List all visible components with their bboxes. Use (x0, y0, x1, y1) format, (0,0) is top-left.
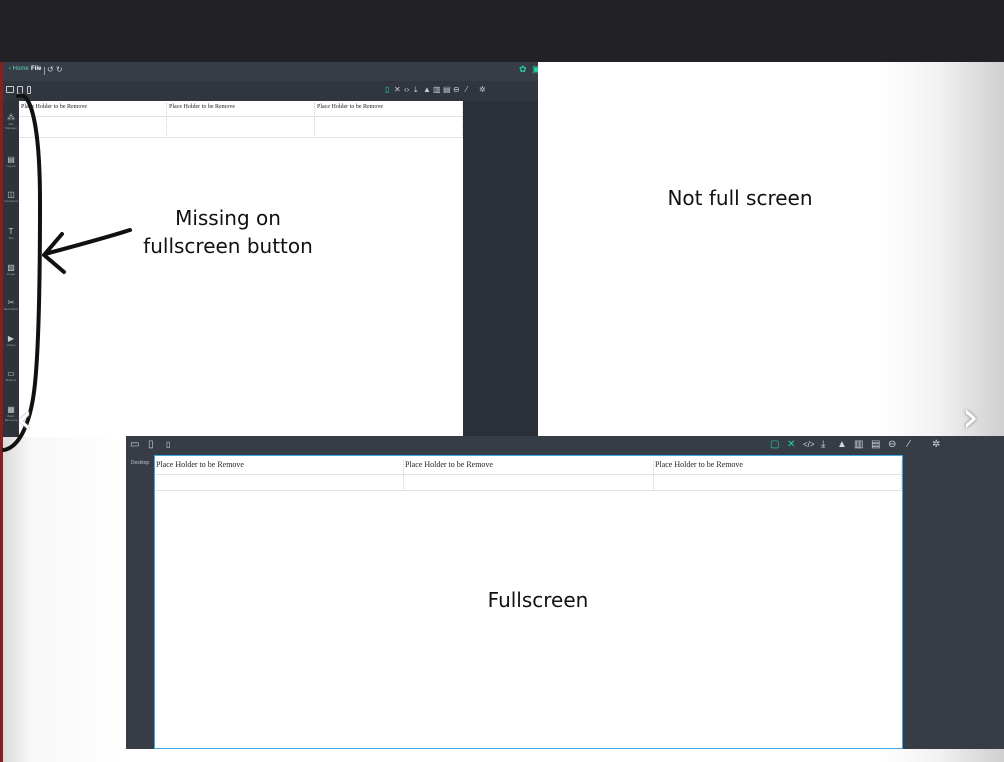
fullscreen-icon[interactable]: ✕ (787, 439, 795, 451)
empty-cell[interactable] (155, 475, 404, 491)
empty-cell[interactable] (654, 475, 902, 491)
placeholder-cell[interactable]: Place Holder to be Remove (155, 460, 404, 475)
previous-image-arrow-icon[interactable]: ‹ (16, 398, 33, 440)
brush-icon[interactable]: ⁄ (466, 85, 467, 95)
annotation-fullscreen: Fullscreen (487, 588, 589, 612)
annotation-missing: Missing on fullscreen button (143, 206, 313, 258)
fullscreen-icon[interactable]: ✕ (394, 85, 401, 95)
warning-icon[interactable]: ▲ (423, 85, 431, 95)
download-icon[interactable]: ⤓ (414, 85, 418, 95)
next-image-arrow-icon[interactable]: › (962, 396, 979, 438)
placeholder-cell[interactable]: Place Holder to be Remove (167, 103, 315, 117)
page-icon[interactable]: ▤ (871, 439, 880, 451)
placeholder-cell[interactable]: Place Holder to be Remove (404, 460, 654, 475)
select-icon[interactable]: ▯ (385, 85, 389, 95)
collapse-icon[interactable]: ⊖ (888, 439, 896, 451)
tablet-view-icon[interactable]: ▯ (148, 439, 154, 451)
settings-icon[interactable]: ✿ (519, 64, 527, 75)
select-icon[interactable]: ▢ (770, 439, 779, 451)
right-panel (903, 455, 1004, 749)
placeholder-cell[interactable]: Place Holder to be Remove (315, 103, 463, 117)
code-icon[interactable]: ‹› (404, 85, 409, 95)
brush-icon[interactable]: ⁄ (908, 439, 910, 451)
empty-cell[interactable] (404, 475, 654, 491)
trash-icon[interactable]: ▥ (433, 85, 441, 95)
mobile-view-icon[interactable]: ▯ (166, 439, 170, 451)
download-icon[interactable]: ⤓ (821, 439, 825, 451)
page-icon[interactable]: ▤ (443, 85, 451, 95)
code-icon[interactable]: </> (803, 439, 815, 451)
gear-icon[interactable]: ✲ (479, 85, 486, 95)
empty-cell[interactable] (315, 117, 463, 138)
empty-cell[interactable] (167, 117, 315, 138)
fullscreen-toolbar: ▭ ▯ ▯ ▢ ✕ </> ⤓ ▲ ▥ ▤ ⊖ ⁄ ✲ (126, 436, 1004, 455)
warning-icon[interactable]: ▲ (837, 439, 847, 451)
gear-icon[interactable]: ✲ (932, 439, 940, 451)
right-panel (463, 101, 538, 437)
placeholder-cell[interactable]: Place Holder to be Remove (654, 460, 902, 475)
collapse-icon[interactable]: ⊖ (453, 85, 460, 95)
annotation-not-full-screen: Not full screen (667, 186, 813, 210)
export-icon[interactable]: ▣ (532, 64, 538, 75)
trash-icon[interactable]: ▥ (854, 439, 863, 451)
